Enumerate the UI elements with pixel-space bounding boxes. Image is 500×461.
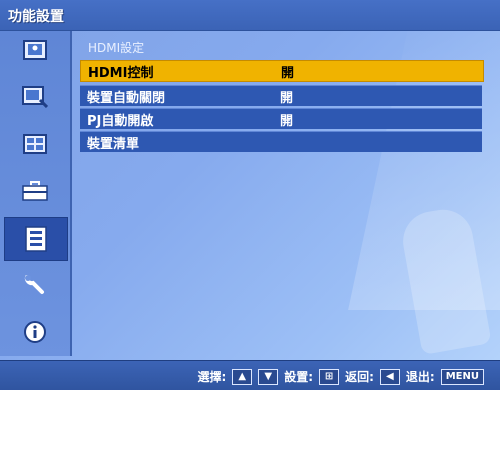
- up-arrow-icon: ▲: [232, 368, 253, 385]
- menu-row-device-auto-off[interactable]: 裝置自動關閉 開: [80, 85, 482, 106]
- set-hint-label: 設置:: [284, 370, 314, 384]
- footer-hints: 選擇: ▲ ▼ 設置: ⊞ 返回: ◀ 退出: MENU: [0, 360, 500, 390]
- wrench-icon: [21, 273, 49, 297]
- picture-adjust-icon: [21, 85, 49, 109]
- sidebar: [0, 31, 72, 356]
- title-bar: 功能設置: [0, 0, 500, 31]
- sidebar-item-list[interactable]: [4, 217, 68, 261]
- projector-menu-screen: 功能設置 HDMI設定 HDMI控制 開 裝置自動關閉 開 PJ自動開啟 開 裝…: [0, 0, 500, 390]
- info-icon: [21, 320, 49, 344]
- section-title: HDMI設定: [88, 41, 145, 55]
- sidebar-item-settings[interactable]: [8, 268, 62, 302]
- menu-key-icon: MENU: [440, 368, 484, 385]
- menu-row-value: 開: [280, 114, 294, 129]
- menu-row-hdmi-control[interactable]: HDMI控制 開: [80, 60, 484, 82]
- menu-row-device-list[interactable]: 裝置清單: [80, 131, 482, 152]
- exit-hint-label: 退出:: [405, 370, 435, 384]
- sidebar-item-toolbox[interactable]: [8, 174, 62, 208]
- back-hint-label: 返回:: [345, 370, 374, 384]
- footer-hint-group: 選擇: ▲ ▼ 設置: ⊞ 返回: ◀ 退出: MENU: [197, 368, 484, 385]
- settings-panel: HDMI設定 HDMI控制 開 裝置自動關閉 開 PJ自動開啟 開 裝置清單: [80, 31, 484, 356]
- down-arrow-icon: ▼: [258, 368, 279, 385]
- toolbox-icon: [21, 179, 49, 203]
- select-hint-label: 選擇:: [197, 370, 227, 384]
- picture-icon: [21, 38, 49, 62]
- enter-key-icon: ⊞: [319, 368, 340, 385]
- window-title: 功能設置: [8, 9, 64, 25]
- menu-row-label: PJ自動開啟: [87, 114, 154, 129]
- menu-row-label: 裝置自動關閉: [87, 91, 166, 106]
- menu-row-label: 裝置清單: [87, 137, 140, 152]
- sidebar-item-picture-adjust[interactable]: [8, 80, 62, 114]
- sidebar-item-picture[interactable]: [8, 33, 62, 67]
- sidebar-item-position[interactable]: [8, 127, 62, 161]
- position-icon: [21, 132, 49, 156]
- menu-row-label: HDMI控制: [88, 66, 154, 81]
- menu-row-value: 開: [281, 66, 295, 81]
- menu-row-pj-auto-on[interactable]: PJ自動開啟 開: [80, 108, 482, 129]
- menu-row-value: 開: [280, 91, 294, 106]
- list-icon: [22, 226, 50, 252]
- left-arrow-icon: ◀: [379, 368, 400, 385]
- sidebar-item-info[interactable]: [8, 315, 62, 349]
